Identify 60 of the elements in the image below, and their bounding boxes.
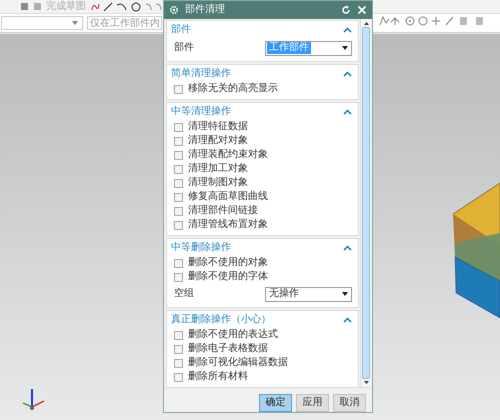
checkbox[interactable] — [174, 136, 183, 146]
scope-filter-field[interactable]: 仅在工作部件内 — [87, 16, 162, 30]
dialog-button[interactable]: 取消 — [333, 394, 366, 412]
dialog-button[interactable]: 确定 — [259, 394, 292, 412]
checkbox[interactable] — [174, 206, 183, 216]
settings-icon[interactable] — [169, 5, 179, 15]
checkbox-label: 清理特征数据 — [188, 122, 248, 132]
dropdown-arrow-icon[interactable] — [342, 292, 348, 296]
dropdown-value: 工作部件 — [267, 42, 311, 54]
checkbox[interactable] — [174, 220, 183, 230]
checkbox-label: 清理配对对象 — [188, 136, 248, 146]
checkbox-label: 清理部件间链接 — [188, 206, 258, 216]
chevron-up-icon[interactable] — [343, 70, 352, 76]
checkbox-label: 清理管线布置对象 — [188, 220, 268, 230]
curve-tools-drawing[interactable] — [90, 2, 164, 12]
dropdown[interactable]: 工作部件 — [265, 40, 352, 56]
chevron-up-icon[interactable] — [343, 316, 352, 322]
checkbox-label: 删除不使用的表达式 — [188, 330, 278, 340]
section-title[interactable]: 中等删除操作 — [171, 242, 231, 252]
checkbox[interactable] — [174, 178, 183, 188]
dialog-title: 部件清理 — [185, 5, 226, 15]
checkbox[interactable] — [174, 150, 183, 160]
chevron-up-icon[interactable] — [343, 108, 352, 114]
chevron-up-icon[interactable] — [343, 244, 352, 250]
dropdown[interactable]: 无操作 — [265, 286, 352, 302]
dropdown-value: 无操作 — [268, 288, 300, 300]
checkbox[interactable] — [174, 164, 183, 174]
close-icon[interactable] — [357, 5, 367, 15]
checkbox-label: 删除不使用的对象 — [188, 258, 268, 268]
checkbox[interactable] — [174, 272, 183, 282]
finish-sketch-button[interactable]: 完成草图 — [46, 0, 86, 13]
checkbox-label: 删除不使用的字体 — [188, 272, 268, 282]
scrollbar[interactable] — [360, 19, 371, 387]
dialog-button[interactable]: 应用 — [296, 394, 329, 412]
checkbox-label: 删除所有材料 — [188, 372, 248, 382]
checkbox-label: 删除可视化编辑器数据 — [188, 358, 288, 368]
checkbox-label: 修复高面草图曲线 — [188, 192, 268, 202]
type-filter-dropdown[interactable] — [1, 16, 83, 30]
checkbox[interactable] — [174, 344, 183, 354]
checkbox-label: 移除无关的高亮显示 — [188, 84, 278, 94]
checkbox[interactable] — [174, 330, 183, 340]
checkbox-label: 清理装配约束对象 — [188, 150, 268, 160]
checkbox[interactable] — [174, 192, 183, 202]
checkbox[interactable] — [174, 122, 183, 132]
checkbox[interactable] — [174, 84, 183, 94]
section-title[interactable]: 中等清理操作 — [171, 106, 231, 116]
section-title[interactable]: 部件 — [171, 24, 191, 34]
field-label: 空组 — [174, 289, 194, 299]
dropdown-arrow-icon[interactable] — [342, 46, 348, 50]
checkbox[interactable] — [174, 258, 183, 268]
checkbox-label: 清理制图对象 — [188, 178, 248, 188]
reset-icon[interactable] — [341, 5, 351, 15]
chevron-up-icon[interactable] — [343, 26, 352, 32]
checkbox[interactable] — [174, 358, 183, 368]
section-title[interactable]: 真正删除操作（小心） — [171, 314, 271, 324]
checkbox-label: 清理加工对象 — [188, 164, 248, 174]
field-label: 部件 — [174, 43, 194, 53]
section-title[interactable]: 简单清理操作 — [171, 68, 231, 78]
checkbox-label: 删除电子表格数据 — [188, 344, 268, 354]
checkbox[interactable] — [174, 372, 183, 382]
